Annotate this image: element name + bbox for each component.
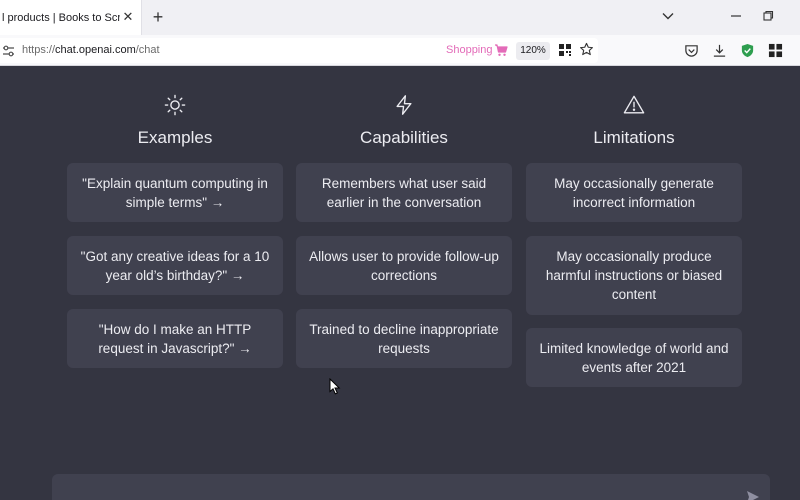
- example-card-birthday[interactable]: "Got any creative ideas for a 10 year ol…: [67, 236, 283, 295]
- permissions-icon[interactable]: [2, 44, 16, 58]
- mouse-cursor-icon: [329, 377, 341, 395]
- pocket-icon[interactable]: [684, 43, 699, 58]
- nav-bar: https://chat.openai.com/chat Shopping 12…: [0, 35, 800, 66]
- send-icon[interactable]: [746, 490, 760, 500]
- tab-close-icon[interactable]: ✕: [121, 10, 135, 24]
- shopping-cart-icon[interactable]: [494, 43, 508, 57]
- limitations-title: Limitations: [593, 128, 675, 147]
- extensions-grid-icon[interactable]: [768, 43, 783, 58]
- capability-card-corrections: Allows user to provide follow-up correct…: [296, 236, 512, 295]
- shield-extension-icon[interactable]: [740, 43, 755, 58]
- examples-title: Examples: [137, 128, 213, 147]
- url-path: /chat: [135, 44, 160, 56]
- browser-tab[interactable]: l products | Books to Scrape ✕: [0, 0, 142, 35]
- sun-icon: [164, 94, 186, 116]
- bookmark-star-icon[interactable]: [579, 42, 594, 57]
- lightning-icon: [393, 94, 415, 116]
- limitation-card-harmful: May occasionally produce harmful instruc…: [526, 236, 742, 315]
- tab-bar: l products | Books to Scrape ✕ +: [0, 0, 800, 35]
- example-card-quantum[interactable]: "Explain quantum computing in simple ter…: [67, 163, 283, 222]
- limitation-card-knowledge: Limited knowledge of world and events af…: [526, 328, 742, 387]
- tab-title: l products | Books to Scrape: [2, 11, 120, 24]
- qr-code-icon[interactable]: [558, 43, 572, 57]
- tab-list-chevron-icon[interactable]: [660, 9, 676, 25]
- new-tab-button[interactable]: +: [150, 8, 166, 26]
- url-text[interactable]: https://chat.openai.com/chat: [22, 44, 160, 56]
- restore-icon[interactable]: [760, 9, 776, 25]
- download-icon[interactable]: [712, 43, 727, 58]
- limitation-card-incorrect: May occasionally generate incorrect info…: [526, 163, 742, 222]
- url-prefix: https://: [22, 44, 56, 56]
- url-bar[interactable]: https://chat.openai.com/chat Shopping 12…: [0, 38, 598, 63]
- example-card-http[interactable]: "How do I make an HTTP request in Javasc…: [67, 309, 283, 368]
- warning-icon: [623, 94, 645, 116]
- shopping-label[interactable]: Shopping: [446, 44, 493, 56]
- capability-card-memory: Remembers what user said earlier in the …: [296, 163, 512, 222]
- url-host: chat.openai.com: [55, 44, 136, 56]
- minimize-icon[interactable]: [728, 9, 744, 25]
- capability-card-decline: Trained to decline inappropriate request…: [296, 309, 512, 368]
- message-input[interactable]: [52, 474, 770, 500]
- capabilities-title: Capabilities: [360, 128, 448, 147]
- zoom-level-badge[interactable]: 120%: [516, 42, 550, 60]
